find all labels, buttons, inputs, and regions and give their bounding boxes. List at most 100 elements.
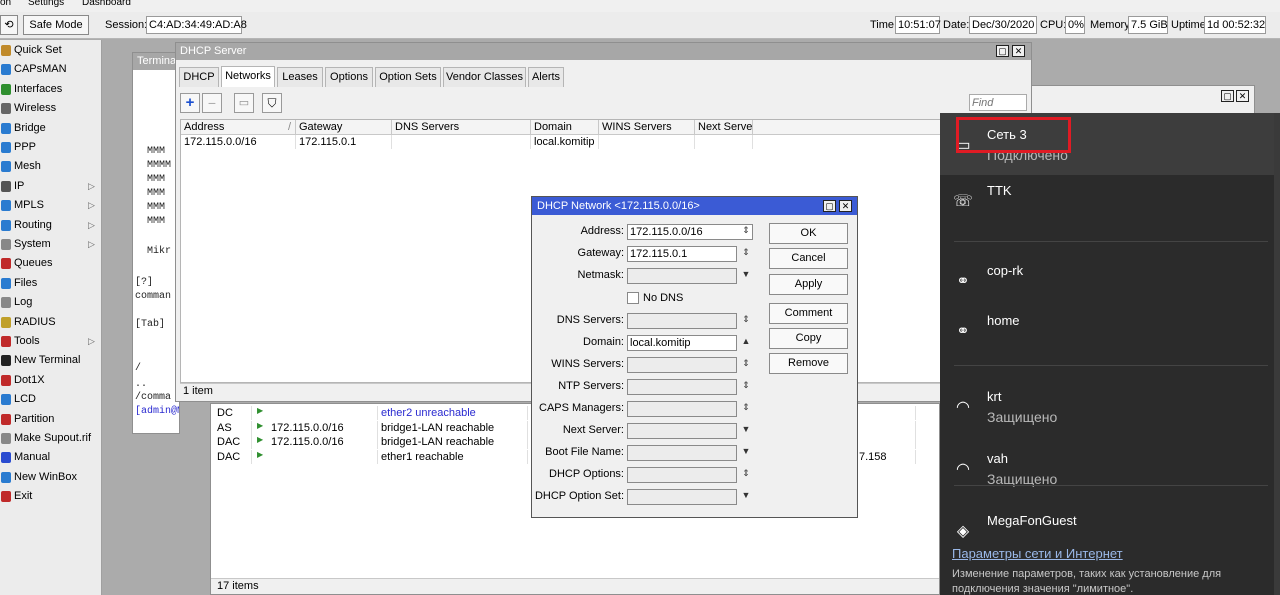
sidebar-item-interfaces[interactable]: Interfaces — [0, 80, 101, 99]
field-input[interactable] — [627, 445, 737, 461]
field-input[interactable]: 172.115.0.1 — [627, 246, 737, 262]
field-input[interactable] — [627, 268, 737, 284]
sidebar-item-exit[interactable]: Exit — [0, 487, 101, 506]
sidebar-item-mesh[interactable]: Mesh — [0, 157, 101, 176]
sidebar-item-lcd[interactable]: LCD — [0, 390, 101, 409]
sidebar-item-queues[interactable]: Queues — [0, 254, 101, 273]
field-input[interactable] — [627, 379, 737, 395]
terminal-line: MMM — [147, 146, 166, 157]
field-input[interactable] — [627, 313, 737, 329]
col-wins-servers[interactable]: WINS Servers — [599, 120, 695, 135]
sidebar-item-radius[interactable]: RADIUS — [0, 313, 101, 332]
network-name[interactable]: vah — [987, 451, 1008, 466]
comment-button[interactable]: Comment — [769, 303, 848, 324]
safe-mode-button[interactable]: Safe Mode — [23, 15, 89, 35]
tab-networks[interactable]: Networks — [221, 66, 275, 87]
close-button[interactable]: ✕ — [839, 200, 852, 212]
sidebar-item-wireless[interactable]: Wireless — [0, 99, 101, 118]
spinner-icon[interactable]: ⇕ — [740, 225, 752, 236]
dhcp-network-dialog[interactable]: DHCP Network <172.115.0.0/16> ▢ ✕ Addres… — [531, 196, 858, 518]
comment-button[interactable]: ▭ — [234, 93, 254, 113]
date-label: Date: — [943, 19, 970, 31]
dropdown-arrow-icon[interactable]: ▼ — [740, 424, 752, 434]
close-button[interactable]: ✕ — [1012, 45, 1025, 57]
sidebar-item-label: Make Supout.rif — [14, 432, 92, 444]
tab-options[interactable]: Options — [325, 67, 373, 87]
col-dns-servers[interactable]: DNS Servers — [392, 120, 531, 135]
collapse-arrow-icon[interactable]: ▲ — [740, 336, 752, 346]
sidebar-item-bridge[interactable]: Bridge — [0, 119, 101, 138]
sidebar-item-new-terminal[interactable]: New Terminal — [0, 351, 101, 370]
col-next-server[interactable]: Next Server — [695, 120, 753, 135]
sidebar-item-ip[interactable]: IP ▷ — [0, 177, 101, 196]
spinner-icon[interactable]: ⇕ — [740, 468, 752, 479]
sidebar-item-capsman[interactable]: CAPsMAN — [0, 60, 101, 79]
sidebar-item-ppp[interactable]: PPP — [0, 138, 101, 157]
field-input[interactable] — [627, 401, 737, 417]
spinner-icon[interactable]: ⇕ — [740, 358, 752, 369]
field-input[interactable] — [627, 467, 737, 483]
field-input[interactable]: 172.115.0.0/16 — [627, 224, 753, 240]
tab-alerts[interactable]: Alerts — [528, 67, 564, 87]
flyout-scrollbar[interactable] — [1274, 113, 1280, 595]
network-name[interactable]: TTK — [987, 183, 1012, 198]
network-name[interactable]: cop-rk — [987, 263, 1023, 278]
spinner-icon[interactable]: ⇕ — [740, 314, 752, 325]
sidebar-item-system[interactable]: System ▷ — [0, 235, 101, 254]
find-input[interactable] — [969, 94, 1027, 111]
sidebar-item-mpls[interactable]: MPLS ▷ — [0, 196, 101, 215]
sidebar-item-make-supout-rif[interactable]: Make Supout.rif — [0, 429, 101, 448]
field-input[interactable] — [627, 489, 737, 505]
col-address[interactable]: Address / — [181, 120, 296, 135]
no-dns-checkbox[interactable] — [627, 292, 639, 304]
network-settings-link[interactable]: Параметры сети и Интернет — [952, 546, 1123, 561]
network-name[interactable]: home — [987, 313, 1020, 328]
sidebar-item-routing[interactable]: Routing ▷ — [0, 216, 101, 235]
field-input[interactable] — [627, 423, 737, 439]
dropdown-arrow-icon[interactable]: ▼ — [740, 269, 752, 279]
terminal-window[interactable]: Termina MMM MMMM MMM MMM MMM MMM Mikr [?] comman… — [132, 52, 180, 434]
secondary-window[interactable]: ▢ ✕ — [1030, 85, 1255, 115]
remove-button[interactable]: Remove — [769, 353, 848, 374]
tab-leases[interactable]: Leases — [277, 67, 323, 87]
spinner-icon[interactable]: ⇕ — [740, 402, 752, 413]
sidebar-item-log[interactable]: Log — [0, 293, 101, 312]
cell-flag: DC — [214, 406, 252, 420]
tab-option-sets[interactable]: Option Sets — [375, 67, 441, 87]
cancel-button[interactable]: Cancel — [769, 248, 848, 269]
close-button[interactable]: ✕ — [1236, 90, 1249, 102]
maximize-button[interactable]: ▢ — [996, 45, 1009, 57]
col-gateway[interactable]: Gateway — [296, 120, 392, 135]
tab-vendor-classes[interactable]: Vendor Classes — [443, 67, 526, 87]
sidebar-item-new-winbox[interactable]: New WinBox — [0, 468, 101, 487]
col-domain[interactable]: Domain — [531, 120, 599, 135]
menu-settings[interactable]: Settings — [28, 0, 64, 8]
spinner-icon[interactable]: ⇕ — [740, 247, 752, 258]
dropdown-arrow-icon[interactable]: ▼ — [740, 446, 752, 456]
network-name[interactable]: krt — [987, 389, 1001, 404]
sidebar-item-quick-set[interactable]: Quick Set — [0, 41, 101, 60]
field-input[interactable]: local.komitip — [627, 335, 737, 351]
copy-button[interactable]: Copy — [769, 328, 848, 349]
filter-button[interactable]: ⛉ — [262, 93, 282, 113]
ok-button[interactable]: OK — [769, 223, 848, 244]
sidebar-item-manual[interactable]: Manual — [0, 448, 101, 467]
undo-button[interactable]: ⟲ — [0, 15, 18, 35]
spinner-icon[interactable]: ⇕ — [740, 380, 752, 391]
network-name[interactable]: MegaFonGuest — [987, 513, 1077, 528]
add-button[interactable]: + — [180, 93, 200, 113]
sidebar-item-partition[interactable]: Partition — [0, 410, 101, 429]
sidebar-item-files[interactable]: Files — [0, 274, 101, 293]
maximize-button[interactable]: ▢ — [823, 200, 836, 212]
remove-button[interactable]: − — [202, 93, 222, 113]
apply-button[interactable]: Apply — [769, 274, 848, 295]
sidebar-item-dot1x[interactable]: Dot1X — [0, 371, 101, 390]
dropdown-arrow-icon[interactable]: ▼ — [740, 490, 752, 500]
menu-session[interactable]: on — [0, 0, 11, 8]
maximize-button[interactable]: ▢ — [1221, 90, 1234, 102]
tab-dhcp[interactable]: DHCP — [179, 67, 219, 87]
field-input[interactable] — [627, 357, 737, 373]
menu-dashboard[interactable]: Dashboard — [82, 0, 131, 8]
table-row[interactable]: 172.115.0.0/16 172.115.0.1 local.komitip — [181, 135, 1030, 149]
sidebar-item-tools[interactable]: Tools ▷ — [0, 332, 101, 351]
